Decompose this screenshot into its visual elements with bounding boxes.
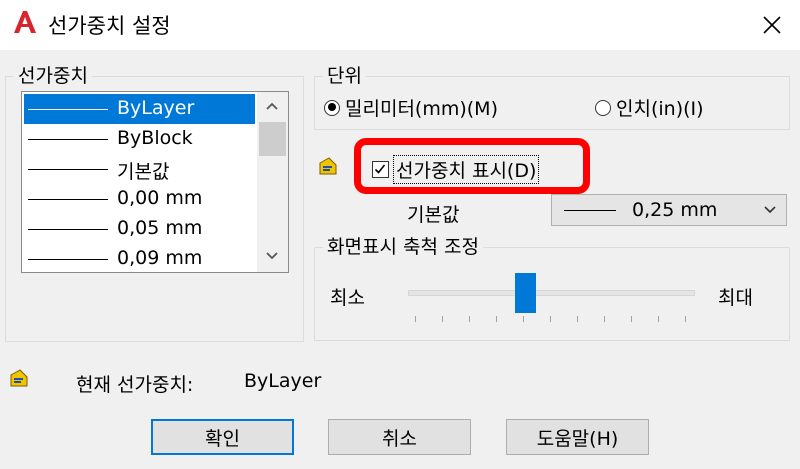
slider-ticks (415, 316, 686, 326)
slider-max-label: 최대 (718, 287, 753, 309)
list-item-label: 0,00 mm (117, 187, 203, 209)
list-scrollbar[interactable] (257, 92, 288, 272)
display-lineweight-label: 선가중치 표시(D) (393, 155, 540, 184)
radio-button[interactable] (595, 99, 611, 116)
line-sample (28, 199, 108, 200)
radio-millimeter-label: 밀리미터(mm)(M) (345, 98, 498, 120)
slider-min-label: 최소 (330, 287, 365, 309)
chevron-down-icon (266, 252, 278, 260)
checkmark-icon (374, 164, 386, 174)
chevron-down-icon (764, 206, 776, 214)
drawing-settings-icon (8, 367, 30, 389)
title-bar: 선가중치 설정 (0, 0, 800, 50)
display-scale-slider[interactable] (408, 290, 695, 296)
current-lineweight-value: ByLayer (244, 370, 322, 392)
list-item-005[interactable]: 0,05 mm (24, 214, 255, 244)
help-button[interactable]: 도움말(H) (506, 419, 649, 455)
slider-tick (442, 316, 443, 322)
list-item-label: 기본값 (117, 161, 170, 183)
line-sample (28, 229, 108, 230)
display-scale-group-legend: 화면표시 축척 조정 (323, 235, 483, 259)
radio-button-checked[interactable] (324, 99, 340, 116)
drawing-settings-icon (317, 155, 339, 177)
slider-tick (577, 316, 578, 322)
cancel-button[interactable]: 취소 (328, 419, 471, 455)
default-label: 기본값 (407, 204, 460, 226)
checkbox-box[interactable] (372, 161, 389, 178)
scroll-down-button[interactable] (257, 242, 288, 272)
dialog-title: 선가중치 설정 (48, 14, 171, 38)
line-sample (28, 169, 108, 170)
autocad-logo-icon (12, 9, 38, 35)
chevron-up-icon (266, 102, 278, 110)
radio-millimeter[interactable]: 밀리미터(mm)(M) (324, 94, 498, 121)
list-item-bylayer[interactable]: ByLayer (24, 94, 255, 124)
lineweight-group-legend: 선가중치 (14, 64, 92, 88)
scroll-up-button[interactable] (257, 92, 288, 122)
line-sample (28, 139, 108, 140)
current-lineweight-label: 현재 선가중치: (76, 374, 194, 396)
close-button[interactable] (752, 6, 792, 44)
slider-tick (523, 316, 524, 322)
line-sample (564, 210, 616, 211)
default-lineweight-select[interactable]: 0,25 mm (551, 194, 787, 226)
slider-tick (685, 316, 686, 322)
list-item-label: ByLayer (117, 97, 195, 119)
radio-inch[interactable]: 인치(in)(I) (595, 94, 704, 121)
line-sample (28, 259, 108, 260)
default-lineweight-value: 0,25 mm (632, 199, 718, 221)
slider-tick (550, 316, 551, 322)
slider-tick (496, 316, 497, 322)
list-item-label: 0,05 mm (117, 217, 203, 239)
ok-button[interactable]: 확인 (151, 419, 294, 455)
scroll-thumb[interactable] (259, 122, 286, 156)
slider-thumb[interactable] (515, 273, 536, 313)
slider-tick (415, 316, 416, 322)
radio-inch-label: 인치(in)(I) (616, 98, 704, 120)
list-item-000[interactable]: 0,00 mm (24, 184, 255, 214)
list-item-label: 0,09 mm (117, 247, 203, 269)
list-item-label: ByBlock (117, 127, 193, 149)
list-item-default[interactable]: 기본값 (24, 154, 255, 184)
slider-tick (658, 316, 659, 322)
list-item-009[interactable]: 0,09 mm (24, 244, 255, 272)
lineweight-list[interactable]: ByLayer ByBlock 기본값 0,00 mm 0,05 mm 0,09… (21, 91, 289, 273)
list-item-byblock[interactable]: ByBlock (24, 124, 255, 154)
line-sample (28, 109, 108, 110)
slider-tick (631, 316, 632, 322)
display-lineweight-checkbox[interactable]: 선가중치 표시(D) (372, 155, 540, 184)
slider-tick (469, 316, 470, 322)
slider-tick (604, 316, 605, 322)
units-group-legend: 단위 (323, 64, 366, 88)
close-icon (763, 16, 781, 34)
